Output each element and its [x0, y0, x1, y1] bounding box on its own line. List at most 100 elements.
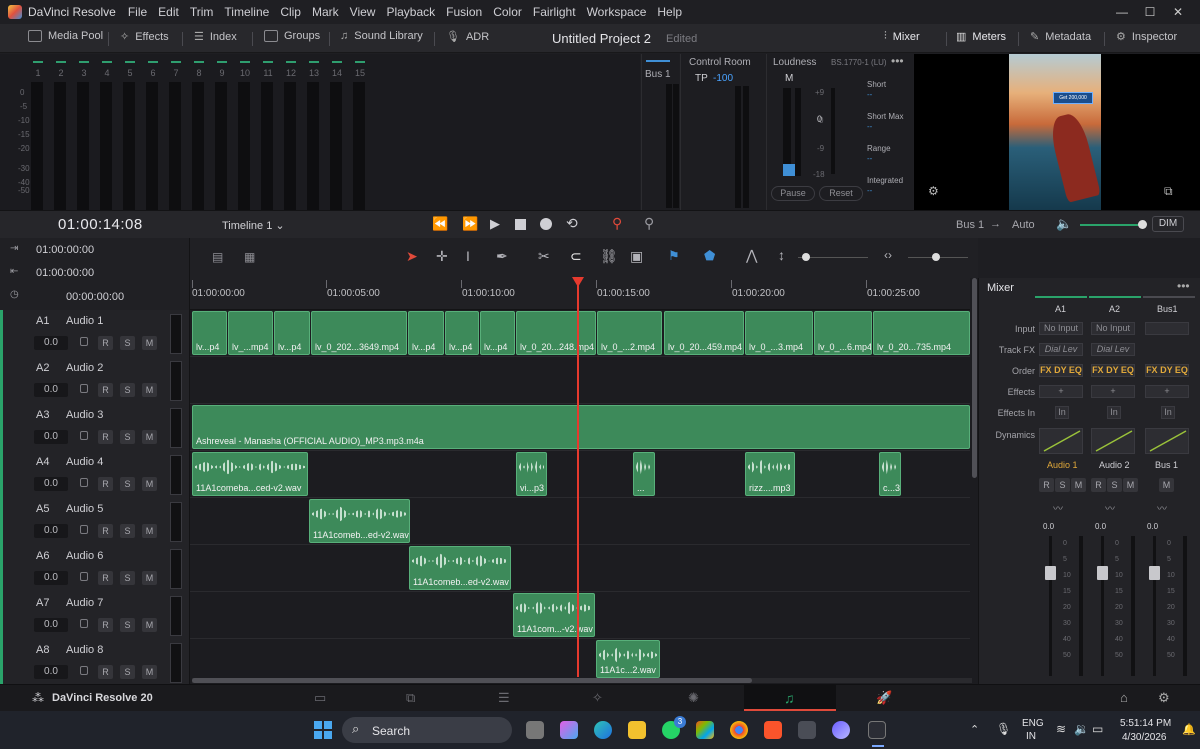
- a2-solo-button[interactable]: S: [1107, 478, 1122, 492]
- reset-button[interactable]: Reset: [819, 186, 863, 201]
- a1-order[interactable]: FX DY EQ: [1039, 364, 1083, 377]
- audio-clip[interactable]: vi...p3: [516, 452, 547, 496]
- audio-clip[interactable]: lv...p4: [192, 311, 227, 355]
- audio-clip[interactable]: lv_0_20...248.mp4: [516, 311, 596, 355]
- mute-button[interactable]: M: [142, 618, 157, 632]
- fader-track[interactable]: [1153, 536, 1156, 676]
- menu-edit[interactable]: Edit: [158, 5, 179, 19]
- a1-record-arm-button[interactable]: R: [1039, 478, 1054, 492]
- media-pool-button[interactable]: Media Pool: [28, 30, 103, 42]
- marker-icon[interactable]: ⬟: [704, 248, 715, 264]
- menu-view[interactable]: View: [350, 5, 376, 19]
- solo-button[interactable]: S: [120, 618, 135, 632]
- lock-icon[interactable]: [80, 337, 88, 346]
- track-header[interactable]: A6 Audio 6 0.0 R S M: [0, 545, 190, 592]
- davinci-taskbar-icon[interactable]: [868, 721, 886, 739]
- a1-dynamics-graph[interactable]: [1039, 428, 1083, 454]
- fader-knob[interactable]: [1097, 566, 1108, 580]
- track-volume[interactable]: 0.0: [34, 477, 68, 491]
- record-arm-button[interactable]: R: [98, 430, 113, 444]
- chrome-icon[interactable]: [730, 721, 748, 739]
- notification-bell-icon[interactable]: 🔔: [1182, 723, 1196, 736]
- a2-record-arm-button[interactable]: R: [1091, 478, 1106, 492]
- groups-button[interactable]: Groups: [264, 30, 320, 42]
- clock-date[interactable]: 4/30/2026: [1122, 732, 1167, 743]
- solo-button[interactable]: S: [120, 383, 135, 397]
- audio-clip[interactable]: lv_0_...6.mp4: [814, 311, 872, 355]
- cut-page-icon[interactable]: ⧉: [406, 690, 415, 706]
- a1-effects-in-toggle[interactable]: In: [1055, 406, 1069, 419]
- a1-add-effect-button[interactable]: +: [1039, 385, 1083, 398]
- fader-track[interactable]: [1049, 536, 1052, 676]
- audio-clip[interactable]: lv_0_...3.mp4: [745, 311, 813, 355]
- track-header[interactable]: A8 Audio 8 0.0 R S M: [0, 639, 190, 686]
- track-header[interactable]: A5 Audio 5 0.0 R S M: [0, 498, 190, 545]
- bus1-effects-in-toggle[interactable]: In: [1161, 406, 1175, 419]
- record-arm-button[interactable]: R: [98, 665, 113, 679]
- stop-icon[interactable]: [515, 219, 526, 230]
- track-header[interactable]: A7 Audio 7 0.0 R S M: [0, 592, 190, 639]
- edge-icon[interactable]: [594, 721, 612, 739]
- sound-library-button[interactable]: ♫ Sound Library: [340, 30, 423, 42]
- mute-button[interactable]: M: [142, 383, 157, 397]
- track-name[interactable]: Audio 6: [66, 550, 103, 562]
- volume-icon[interactable]: 🔉: [1074, 722, 1089, 736]
- bus1-order[interactable]: FX DY EQ: [1145, 364, 1189, 377]
- monitor-volume-slider[interactable]: [1080, 224, 1142, 226]
- copilot-icon[interactable]: [560, 721, 578, 739]
- language-label[interactable]: ENG: [1022, 718, 1044, 729]
- audio-clip[interactable]: c...3: [879, 452, 901, 496]
- effects-button[interactable]: ✧ Effects: [120, 30, 169, 44]
- waveform-icon[interactable]: ⋀: [746, 247, 757, 264]
- metadata-button[interactable]: ✎ Metadata: [1030, 30, 1091, 44]
- scrollbar-thumb[interactable]: [192, 678, 752, 683]
- playhead-line[interactable]: [577, 280, 579, 677]
- track-name[interactable]: Audio 4: [66, 456, 103, 468]
- solo-button[interactable]: S: [120, 665, 135, 679]
- a2-input-select[interactable]: No Input: [1091, 322, 1135, 335]
- edit-page-icon[interactable]: ☰: [498, 690, 510, 706]
- fader-knob[interactable]: [1045, 566, 1056, 580]
- out-timecode[interactable]: 01:00:00:00: [36, 267, 94, 279]
- lock-icon[interactable]: [80, 431, 88, 440]
- region-label[interactable]: IN: [1026, 731, 1036, 742]
- record-arm-button[interactable]: R: [98, 383, 113, 397]
- menu-workspace[interactable]: Workspace: [587, 5, 647, 19]
- record-icon[interactable]: [540, 218, 552, 230]
- lock-icon[interactable]: [80, 619, 88, 628]
- mute-button[interactable]: M: [142, 524, 157, 538]
- loop-icon[interactable]: ⟲: [566, 215, 578, 232]
- speaker-icon[interactable]: 🔈: [1056, 216, 1072, 232]
- settings-gear-icon[interactable]: ⚙: [1158, 690, 1170, 706]
- task-view-icon[interactable]: [526, 721, 544, 739]
- menu-playback[interactable]: Playback: [386, 5, 435, 19]
- grid-icon[interactable]: ▦: [244, 250, 255, 264]
- link-icon[interactable]: ⛓: [600, 248, 618, 265]
- viewer-settings-icon[interactable]: ⚙: [928, 184, 939, 198]
- bus1-input-select[interactable]: [1145, 322, 1189, 335]
- track-name[interactable]: Audio 7: [66, 597, 103, 609]
- track-volume[interactable]: 0.0: [34, 618, 68, 632]
- track-volume[interactable]: 0.0: [34, 524, 68, 538]
- rewind-icon[interactable]: ⏪: [432, 216, 448, 232]
- audio-clip[interactable]: lv_0_202...3649.mp4: [311, 311, 407, 355]
- track-header[interactable]: A3 Audio 3 0.0 R S M: [0, 404, 190, 451]
- pen-icon[interactable]: ✒: [496, 248, 508, 265]
- microphone-tray-icon[interactable]: 🎙: [996, 722, 1011, 736]
- solo-button[interactable]: S: [120, 524, 135, 538]
- a2-dynamics-graph[interactable]: [1091, 428, 1135, 454]
- timeline-selector[interactable]: Timeline 1 ⌄: [222, 219, 285, 232]
- timeline-vertical-scrollbar[interactable]: [972, 278, 977, 478]
- solo-button[interactable]: S: [120, 477, 135, 491]
- automation-icon[interactable]: ⚲: [612, 215, 622, 232]
- track-name[interactable]: Audio 3: [66, 409, 103, 421]
- menu-trim[interactable]: Trim: [190, 5, 214, 19]
- menu-help[interactable]: Help: [657, 5, 682, 19]
- pan-icon[interactable]: 〰: [1157, 500, 1167, 515]
- in-timecode[interactable]: 01:00:00:00: [36, 244, 94, 256]
- a1-input-select[interactable]: No Input: [1039, 322, 1083, 335]
- menu-fairlight[interactable]: Fairlight: [533, 5, 576, 19]
- more-options-icon[interactable]: •••: [891, 54, 904, 68]
- auto-mode-label[interactable]: Auto: [1012, 219, 1035, 231]
- audio-clip[interactable]: lv...p4: [274, 311, 310, 355]
